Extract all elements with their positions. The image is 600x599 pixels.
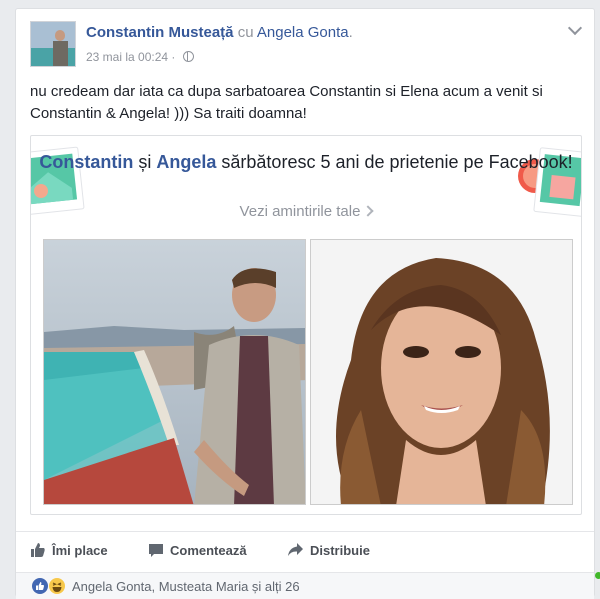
tagged-user-link[interactable]: Angela Gonta (257, 24, 349, 41)
share-button[interactable]: Distribuie (287, 542, 370, 558)
memory-title: Constantin și Angela sărbătoresc 5 ani d… (31, 148, 581, 176)
memory-name-1: Constantin (39, 152, 134, 172)
post-header: Constantin Musteață cu Angela Gonta. (86, 24, 353, 41)
post-text: nu credeam dar iata ca dupa sarbatoarea … (30, 83, 543, 122)
like-label: Îmi place (52, 543, 108, 558)
chevron-right-icon (362, 205, 375, 217)
photo-angela[interactable] (310, 239, 573, 505)
comment-label: Comentează (170, 543, 247, 558)
memory-title-rest: sărbătoresc 5 ani de prietenie pe Facebo… (221, 152, 573, 172)
author-avatar[interactable] (30, 21, 76, 67)
online-status-dot (595, 572, 600, 579)
meta-separator: · (171, 50, 176, 64)
photo-constantin[interactable] (43, 239, 306, 505)
like-reaction-icon (32, 578, 48, 594)
share-arrow-icon (288, 543, 303, 556)
haha-reaction-icon (49, 578, 66, 594)
reactions-summary[interactable]: Angela Gonta, Musteata Maria și alți 26 (16, 572, 594, 599)
post-meta: 23 mai la 00:24 · (86, 50, 194, 64)
reaction-names[interactable]: Angela Gonta, Musteata Maria și alți 26 (72, 579, 300, 594)
globe-icon[interactable] (182, 51, 194, 62)
comment-button[interactable]: Comentează (148, 542, 247, 558)
see-memories-label: Vezi amintirile tale (239, 203, 361, 220)
tagged-suffix: . (348, 24, 353, 41)
post-card: Constantin Musteață cu Angela Gonta. 23 … (15, 8, 595, 599)
memory-and-word: și (138, 152, 152, 172)
action-bar: Îmi place Comentează Distribuie (16, 531, 594, 570)
memory-name-2: Angela (156, 152, 217, 172)
with-word: cu (237, 24, 254, 41)
reaction-icons (32, 578, 66, 599)
thumbs-up-icon (31, 543, 45, 557)
see-memories-link[interactable]: Vezi amintirile tale (31, 203, 581, 220)
post-timestamp[interactable]: 23 mai la 00:24 (86, 50, 168, 64)
chevron-down-icon[interactable] (567, 20, 583, 36)
friendship-memory-card[interactable]: Constantin și Angela sărbătoresc 5 ani d… (30, 135, 582, 515)
comment-icon (149, 544, 163, 557)
author-name-link[interactable]: Constantin Musteață (86, 24, 234, 41)
like-button[interactable]: Îmi place (30, 542, 108, 558)
share-label: Distribuie (310, 543, 370, 558)
